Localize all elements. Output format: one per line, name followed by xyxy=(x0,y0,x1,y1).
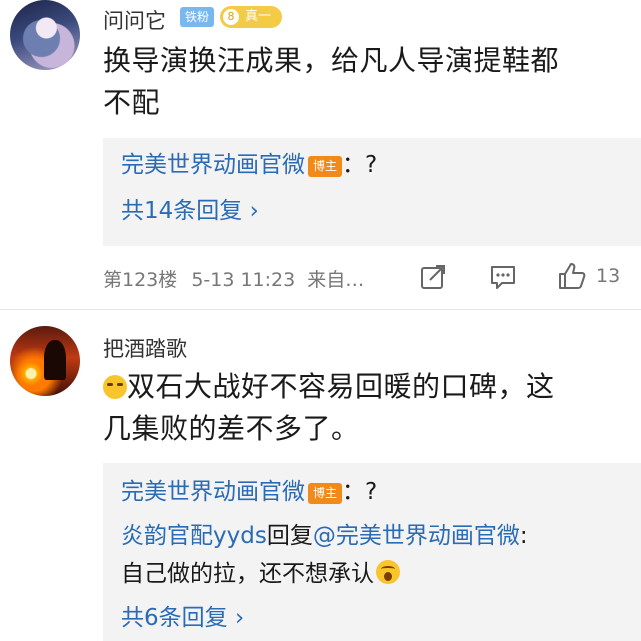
reply-author-link[interactable]: 完美世界动画官微 xyxy=(121,152,305,178)
comment-text-line: 不配 xyxy=(103,86,161,119)
reply-text: ：? xyxy=(342,479,378,505)
level-badge: 8 真一 xyxy=(220,6,282,28)
level-text: 真一 xyxy=(245,9,272,24)
comment-icon[interactable] xyxy=(488,262,518,292)
reply-box[interactable]: 完美世界动画官微 博主：? 共14条回复 › xyxy=(103,138,641,246)
shocked-emoji xyxy=(376,560,400,584)
thumbs-up-icon[interactable] xyxy=(556,260,588,292)
reply-text-line: 自己做的拉，还不想承认 xyxy=(121,559,400,589)
comment-meta: 第123楼 5-13 11:23 来自… xyxy=(103,265,364,292)
avatar[interactable] xyxy=(10,0,80,70)
reply-text: 自己做的拉，还不想承认 xyxy=(121,561,374,587)
like-count: 13 xyxy=(596,265,621,287)
reply-text: ：? xyxy=(342,152,378,178)
reply-author-link[interactable]: 完美世界动画官微 xyxy=(121,479,305,505)
mention-link[interactable]: @完美世界动画官微 xyxy=(313,523,520,549)
comment-text: 换导演换汪成果，给凡人导演提鞋都 不配 xyxy=(103,40,559,124)
reply-item: 完美世界动画官微 博主：? xyxy=(121,477,377,507)
crying-laughing-emoji xyxy=(103,375,127,399)
reply-author-link[interactable]: 炎韵官配yyds xyxy=(121,523,267,549)
blogger-tag: 博主 xyxy=(308,483,342,504)
fans-badge: 铁粉 xyxy=(180,7,214,27)
username[interactable]: 把酒踏歌 xyxy=(103,333,187,363)
view-replies-link[interactable]: 共14条回复 › xyxy=(121,196,259,226)
reply-colon: : xyxy=(519,523,528,549)
share-icon[interactable] xyxy=(418,262,448,292)
divider xyxy=(0,309,641,310)
timestamp: 5-13 11:23 xyxy=(191,269,296,291)
reply-verb: 回复 xyxy=(266,523,313,549)
comment-text-span: 双石大战好不容易回暖的口碑，这 xyxy=(127,370,555,403)
avatar[interactable] xyxy=(10,326,80,396)
reply-item: 完美世界动画官微 博主：? xyxy=(121,150,377,180)
reply-item: 炎韵官配yyds回复@完美世界动画官微: xyxy=(121,521,528,551)
username[interactable]: 问问它 xyxy=(103,5,166,35)
comment-text-line: 换导演换汪成果，给凡人导演提鞋都 xyxy=(103,44,560,77)
reply-box[interactable]: 完美世界动画官微 博主：? 炎韵官配yyds回复@完美世界动画官微: 自己做的拉，… xyxy=(103,463,641,641)
view-replies-link[interactable]: 共6条回复 › xyxy=(121,603,244,633)
floor-number: 第123楼 xyxy=(103,269,178,291)
comment-text-line: 几集败的差不多了。 xyxy=(103,412,360,445)
level-number: 8 xyxy=(223,9,239,25)
source-text: 来自… xyxy=(307,269,365,291)
comment-text-line: 双石大战好不容易回暖的口碑，这 xyxy=(103,366,555,408)
comment-text: 双石大战好不容易回暖的口碑，这 几集败的差不多了。 xyxy=(103,366,555,450)
blogger-tag: 博主 xyxy=(308,156,342,177)
